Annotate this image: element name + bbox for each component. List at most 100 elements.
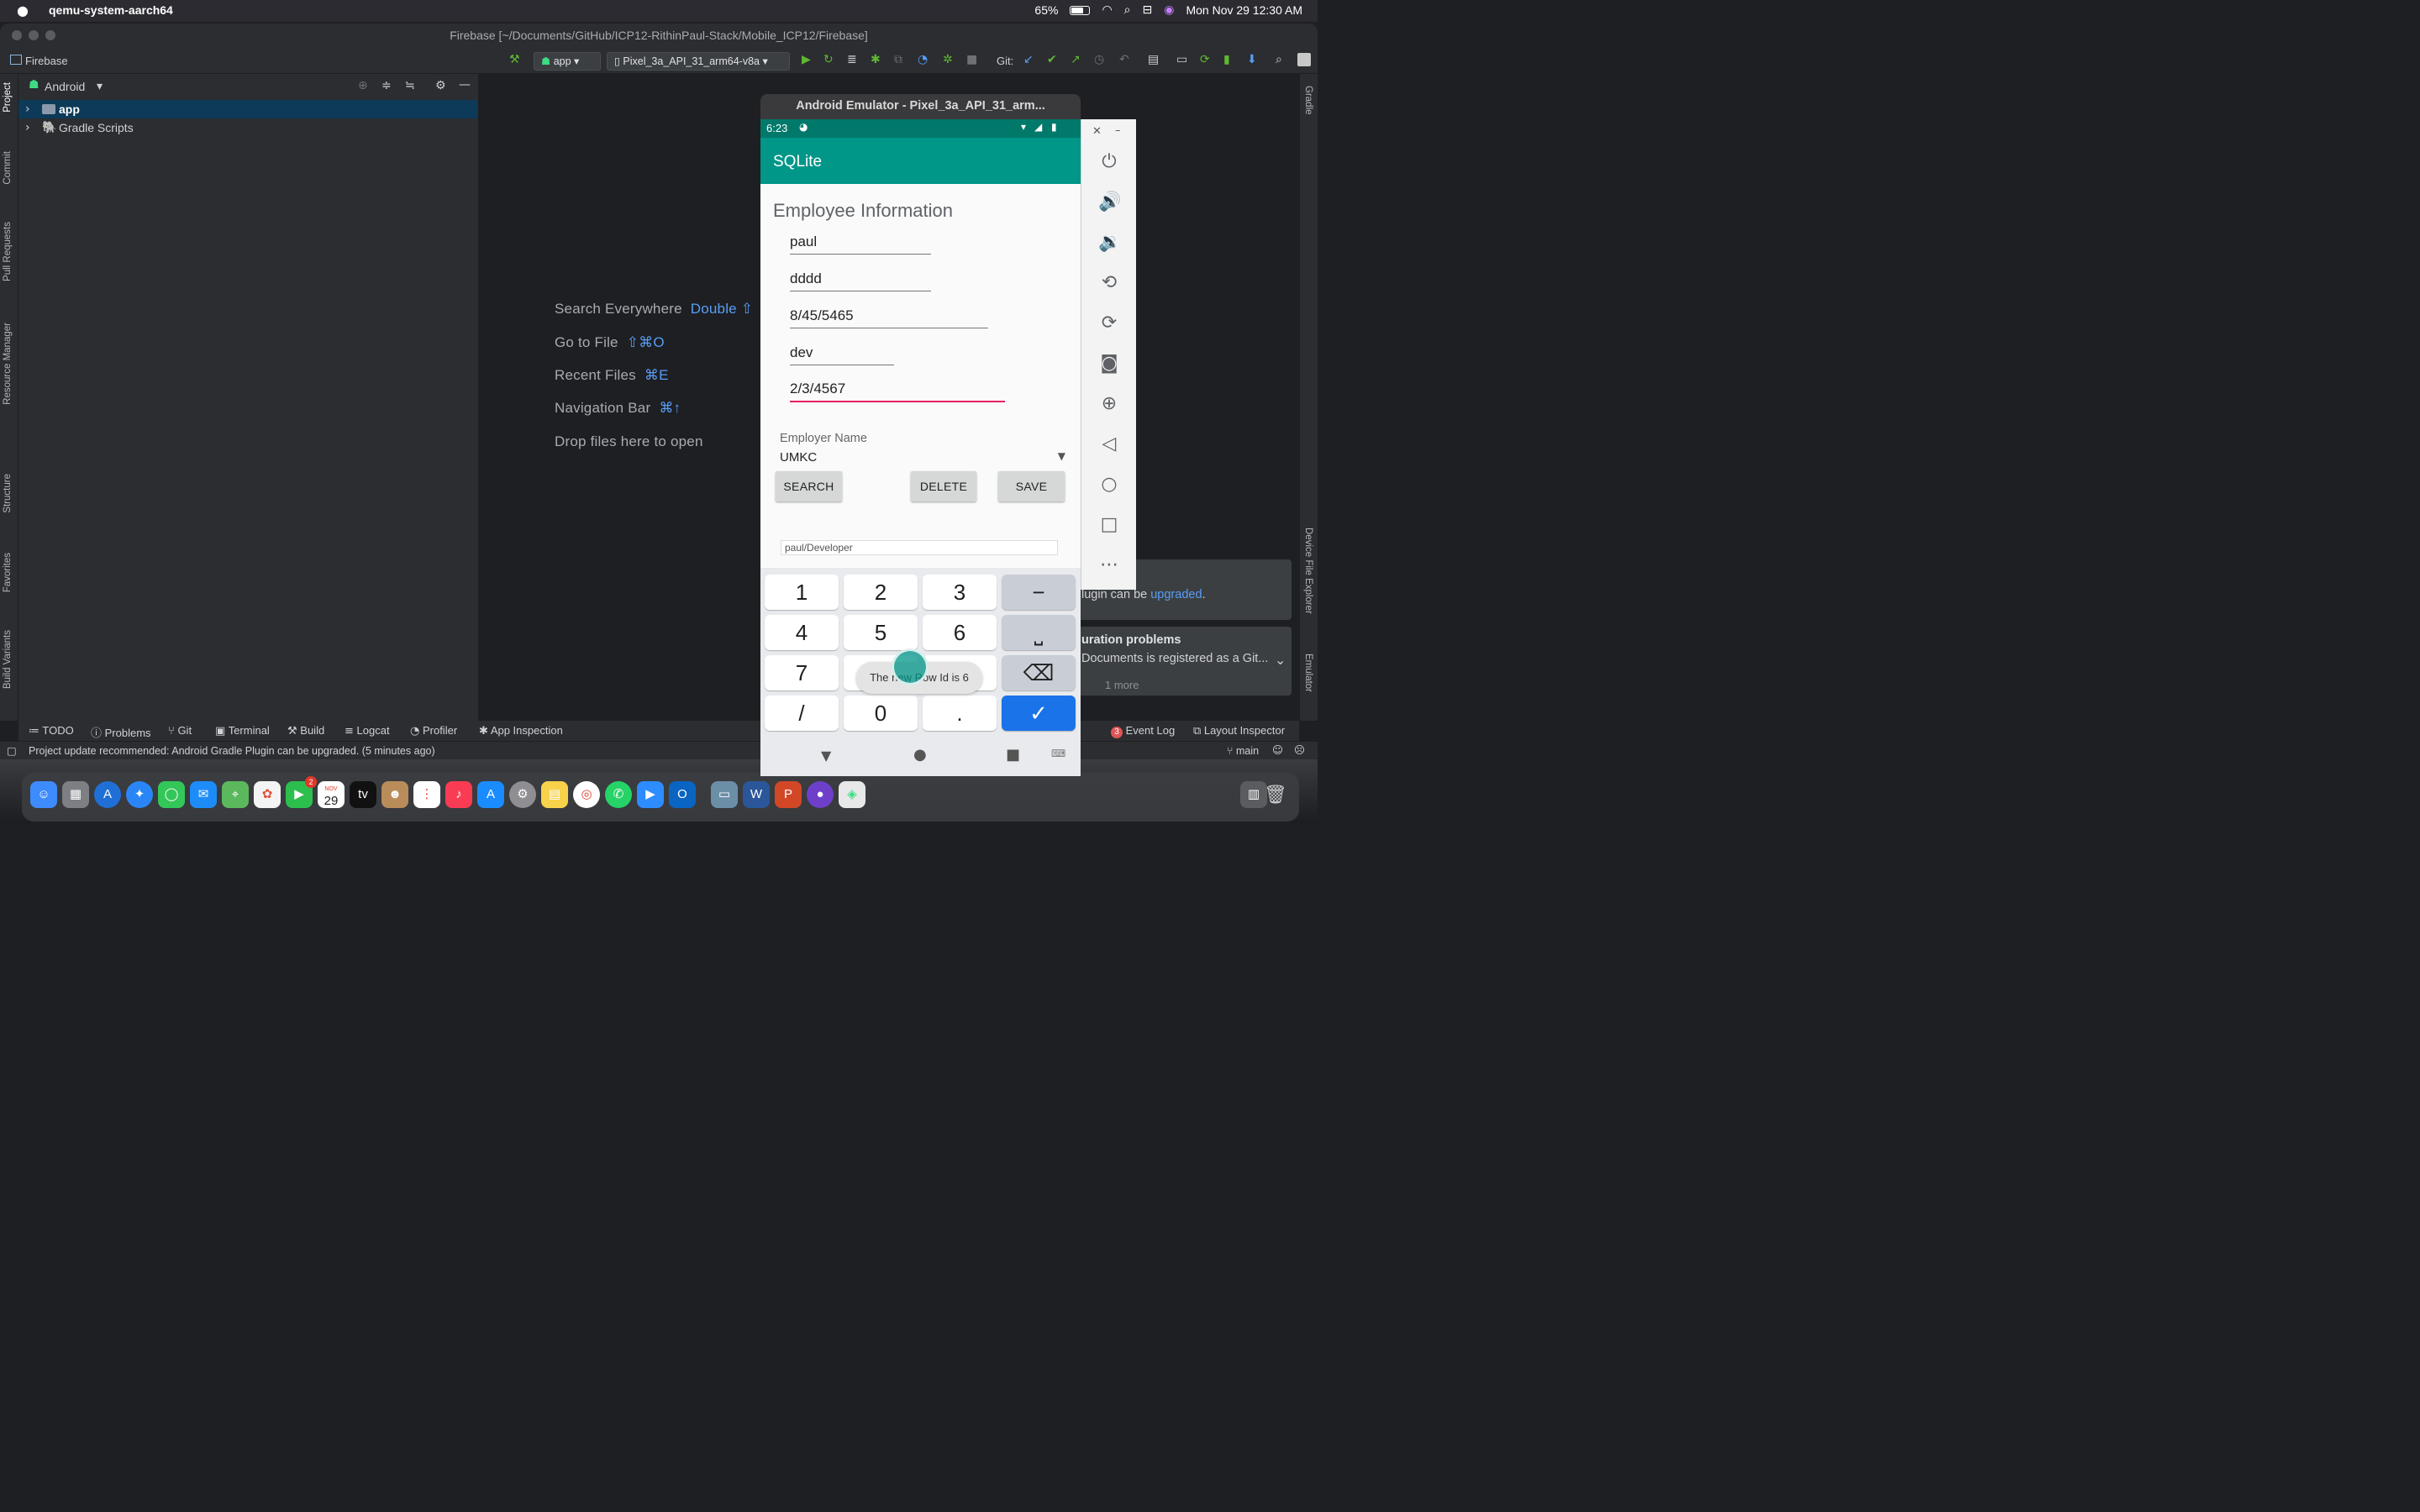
tab-build-variants[interactable]: Build Variants bbox=[3, 630, 13, 689]
save-button[interactable]: SAVE bbox=[998, 471, 1065, 501]
contacts-icon[interactable]: ☻ bbox=[381, 781, 408, 808]
tool-layout-inspector[interactable]: ⧉ Layout Inspector bbox=[1193, 724, 1285, 738]
tab-commit[interactable]: Commit bbox=[3, 151, 13, 185]
git-branch-widget[interactable]: ⑂ main bbox=[1227, 744, 1259, 757]
upgraded-link[interactable]: upgraded bbox=[1150, 588, 1202, 601]
key-dot[interactable]: . bbox=[923, 696, 997, 731]
profiler-icon[interactable]: ◔ bbox=[918, 53, 928, 66]
volume-down-icon[interactable]: 🔉 bbox=[1098, 232, 1121, 254]
android-studio-icon[interactable]: ◈ bbox=[839, 781, 865, 808]
tool-event-log[interactable]: 3 Event Log bbox=[1111, 724, 1175, 738]
joining-date-field[interactable]: 2/3/4567 bbox=[790, 381, 1005, 402]
calendar-icon[interactable]: NOV 29 bbox=[318, 781, 345, 808]
status-message[interactable]: Project update recommended: Android Grad… bbox=[29, 745, 435, 757]
run-icon[interactable]: ▶ bbox=[802, 53, 811, 66]
key-7[interactable]: 7 bbox=[765, 655, 839, 690]
rotate-left-icon[interactable]: ⟲ bbox=[1098, 272, 1120, 294]
back-icon[interactable]: ◁ bbox=[1098, 433, 1120, 455]
camera-icon[interactable]: ◙ bbox=[1098, 353, 1120, 375]
word-icon[interactable]: W bbox=[743, 781, 770, 808]
safari-icon[interactable]: ✦ bbox=[126, 781, 153, 808]
photos-icon[interactable]: ✿ bbox=[254, 781, 281, 808]
key-0[interactable]: 0 bbox=[844, 696, 918, 731]
preview-icon[interactable]: ▭ bbox=[711, 781, 738, 808]
memory-indicator-icon[interactable]: ☹ bbox=[1294, 743, 1305, 756]
apple-icon[interactable]: ● bbox=[17, 3, 29, 18]
avd-manager-icon[interactable]: ▮ bbox=[1223, 53, 1230, 66]
tool-app-inspection[interactable]: ✱ App Inspection bbox=[479, 724, 563, 738]
control-center-icon[interactable]: ⊟ bbox=[1143, 3, 1153, 17]
date-of-birth-field[interactable]: 8/45/5465 bbox=[790, 307, 988, 328]
key-1[interactable]: 1 bbox=[765, 575, 839, 610]
tool-problems[interactable]: ⓘ Problems bbox=[91, 724, 151, 740]
key-done[interactable]: ✓ bbox=[1002, 696, 1076, 731]
xcode-instruments-icon[interactable]: A bbox=[94, 781, 121, 808]
tool-git[interactable]: ⑂ Git bbox=[168, 724, 192, 738]
close-window-button[interactable] bbox=[12, 30, 22, 40]
more-notifications-link[interactable]: 1 more bbox=[1105, 679, 1139, 691]
volume-up-icon[interactable]: 🔊 bbox=[1098, 192, 1121, 213]
employer-spinner[interactable]: UMKC ▼ bbox=[780, 450, 1065, 467]
tab-pull-requests[interactable]: Pull Requests bbox=[3, 222, 13, 281]
device-select[interactable]: ▯ Pixel_3a_API_31_arm64-v8a ▾ bbox=[607, 52, 790, 71]
tab-emulator[interactable]: Emulator bbox=[1303, 654, 1313, 692]
project-name[interactable]: Firebase bbox=[25, 55, 68, 67]
nav-recents-icon[interactable]: ■ bbox=[1006, 746, 1020, 764]
project-view-select[interactable]: Android bbox=[45, 80, 85, 93]
tool-profiler[interactable]: ◔ Profiler bbox=[410, 724, 457, 738]
apply-changes-icon[interactable]: ↻ bbox=[823, 53, 834, 66]
facetime-icon[interactable]: ▶ 2 bbox=[286, 776, 317, 808]
tree-item-app[interactable]: › app bbox=[18, 100, 477, 118]
overview-icon[interactable]: □ bbox=[1098, 514, 1120, 536]
run-config-select[interactable]: ☗ app ▾ bbox=[534, 52, 601, 71]
minimized-windows[interactable] bbox=[901, 781, 1237, 808]
chevron-right-icon[interactable]: › bbox=[25, 100, 30, 118]
tab-favorites[interactable]: Favorites bbox=[3, 553, 13, 592]
app-store-icon[interactable]: A bbox=[477, 781, 504, 808]
key-slash[interactable]: / bbox=[765, 696, 839, 731]
key-backspace[interactable]: ⌫ bbox=[1002, 655, 1076, 690]
git-commit-icon[interactable]: ✔ bbox=[1047, 53, 1057, 66]
git-history-icon[interactable]: ◷ bbox=[1094, 53, 1104, 66]
reminders-icon[interactable]: ⋮ bbox=[413, 781, 440, 808]
coverage-icon[interactable]: ✲ bbox=[943, 53, 953, 66]
designation-field[interactable]: dev bbox=[790, 344, 894, 365]
expand-all-icon[interactable]: ≑ bbox=[381, 79, 392, 92]
gear-icon[interactable]: ⚙ bbox=[435, 79, 446, 92]
close-icon[interactable]: ✕ bbox=[1092, 125, 1102, 138]
music-icon[interactable]: ♪ bbox=[445, 781, 472, 808]
key-space[interactable]: ⎵ bbox=[1002, 615, 1076, 650]
tab-device-file-explorer[interactable]: Device File Explorer bbox=[1303, 528, 1313, 614]
zoom-icon[interactable]: ⊕ bbox=[1098, 393, 1120, 415]
device-manager-icon[interactable]: ▭ bbox=[1176, 53, 1187, 66]
git-rollback-icon[interactable]: ↶ bbox=[1119, 53, 1129, 66]
notes-icon[interactable]: ▤ bbox=[541, 781, 568, 808]
apply-code-changes-icon[interactable]: ≣ bbox=[847, 53, 857, 66]
github-desktop-icon[interactable]: ● bbox=[807, 781, 834, 808]
home-icon[interactable]: ○ bbox=[1098, 474, 1120, 496]
chevron-right-icon[interactable]: › bbox=[25, 118, 30, 137]
name-field[interactable]: paul bbox=[790, 234, 931, 255]
stop-icon[interactable]: ■ bbox=[966, 53, 977, 66]
chrome-icon[interactable]: ◎ bbox=[573, 781, 600, 808]
toggle-tool-windows-icon[interactable]: ▢ bbox=[7, 744, 17, 757]
mail-icon[interactable]: ✉ bbox=[190, 781, 217, 808]
key-6[interactable]: 6 bbox=[923, 615, 997, 650]
search-button[interactable]: SEARCH bbox=[776, 471, 842, 501]
code-review-icon[interactable]: ☺ bbox=[1272, 743, 1283, 756]
key-4[interactable]: 4 bbox=[765, 615, 839, 650]
finder-icon[interactable]: ☺ bbox=[30, 781, 57, 808]
nav-home-icon[interactable]: ● bbox=[913, 746, 927, 764]
maps-icon[interactable]: ⌖ bbox=[222, 781, 249, 808]
tree-item-gradle-scripts[interactable]: › 🐘 Gradle Scripts bbox=[18, 118, 477, 137]
launchpad-icon[interactable]: ▦ bbox=[62, 781, 89, 808]
apple-tv-icon[interactable]: tv bbox=[350, 781, 376, 808]
notification-vcs-configuration[interactable]: uration problems Documents is registered… bbox=[1071, 627, 1292, 696]
search-icon[interactable]: ⌕ bbox=[1276, 53, 1282, 66]
project-structure-icon[interactable]: ▤ bbox=[1148, 53, 1159, 66]
tool-terminal[interactable]: ▣ Terminal bbox=[215, 724, 270, 738]
make-project-hammer-icon[interactable]: ⚒ bbox=[509, 53, 520, 66]
debug-icon[interactable]: ✱ bbox=[871, 53, 881, 66]
spotlight-search-icon[interactable]: ⌕ bbox=[1124, 3, 1131, 17]
tab-resource-manager[interactable]: Resource Manager bbox=[3, 323, 13, 405]
